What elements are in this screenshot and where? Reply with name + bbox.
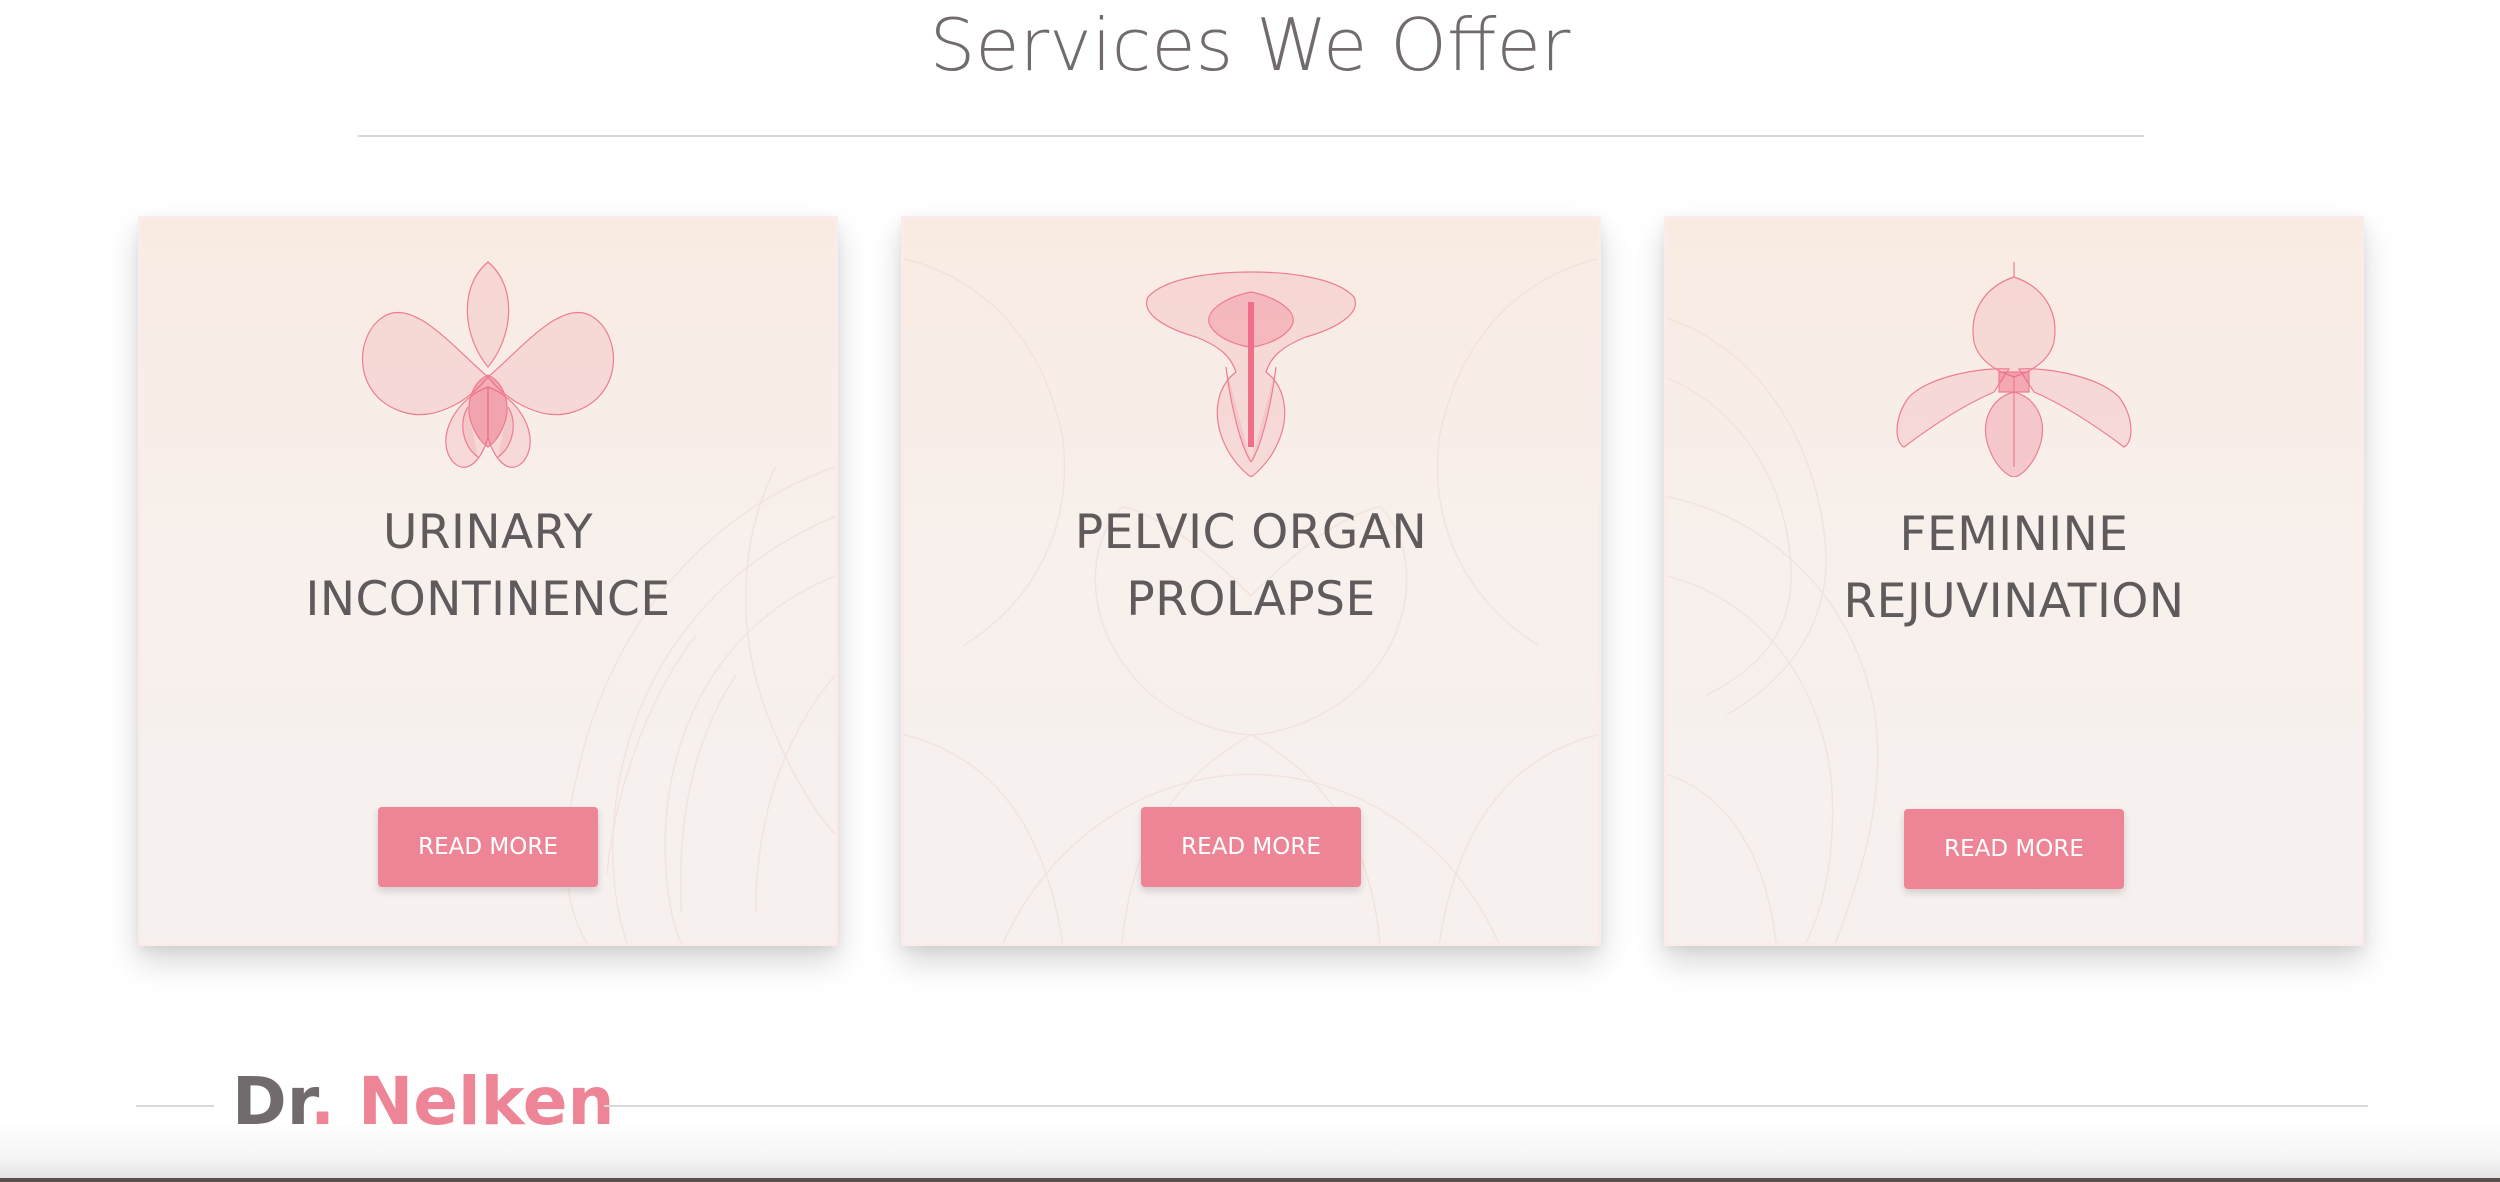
service-title-line1: FEMININE xyxy=(1899,507,2129,562)
service-title: FEMININE REJUVINATION xyxy=(1667,501,2361,635)
brand-rule-right xyxy=(604,1105,2368,1107)
title-divider xyxy=(358,135,2144,137)
read-more-button[interactable]: READ MORE xyxy=(1904,809,2124,889)
service-title: PELVIC ORGAN PROLAPSE xyxy=(904,499,1598,633)
read-more-button[interactable]: READ MORE xyxy=(378,807,598,887)
services-page: Services We Offer URINARY INCONTINENCE R… xyxy=(0,0,2500,1182)
service-card-feminine-rejuvination[interactable]: FEMININE REJUVINATION READ MORE xyxy=(1664,216,2364,946)
section-title: Services We Offer xyxy=(929,3,1571,87)
service-title-line2: REJUVINATION xyxy=(1843,574,2185,629)
service-title-line2: PROLAPSE xyxy=(1126,572,1376,627)
bottom-shadow xyxy=(0,1120,2500,1182)
brand-rule-left xyxy=(136,1105,214,1107)
service-title-line1: PELVIC ORGAN xyxy=(1074,505,1428,560)
service-card-pelvic-organ-prolapse[interactable]: PELVIC ORGAN PROLAPSE READ MORE xyxy=(901,216,1601,946)
orchid-flower-icon xyxy=(361,261,615,468)
bottom-edge xyxy=(0,1178,2500,1182)
calla-flower-icon xyxy=(1146,271,1356,477)
service-card-urinary-incontinence[interactable]: URINARY INCONTINENCE READ MORE xyxy=(138,216,838,946)
service-title-line1: URINARY xyxy=(382,505,594,560)
service-title: URINARY INCONTINENCE xyxy=(141,499,835,633)
service-title-line2: INCONTINENCE xyxy=(305,572,671,627)
slipper-orchid-icon xyxy=(1896,262,2132,477)
read-more-button[interactable]: READ MORE xyxy=(1141,807,1361,887)
